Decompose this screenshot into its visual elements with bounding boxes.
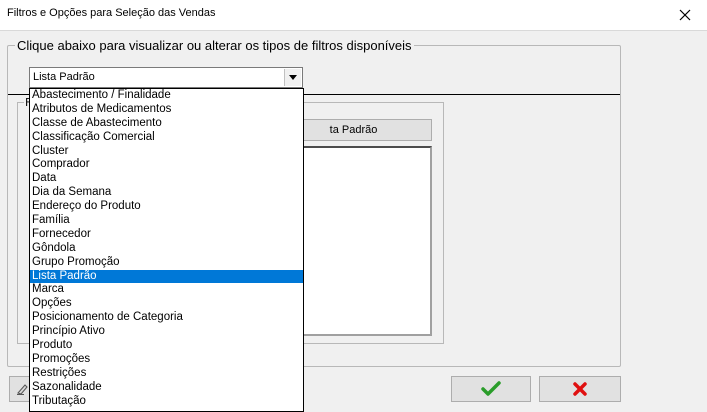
cancel-button[interactable] xyxy=(539,376,621,402)
dropdown-option[interactable]: Produto xyxy=(30,339,303,353)
close-button[interactable] xyxy=(663,0,707,30)
title-bar: Filtros e Opções para Seleção das Vendas xyxy=(0,0,707,31)
dropdown-option[interactable]: Princípio Ativo xyxy=(30,325,303,339)
dropdown-option[interactable]: Tributação xyxy=(30,395,303,409)
dropdown-option[interactable]: Comprador xyxy=(30,158,303,172)
dropdown-option[interactable]: Data xyxy=(30,172,303,186)
eraser-icon xyxy=(16,384,28,395)
dropdown-option[interactable]: Posicionamento de Categoria xyxy=(30,311,303,325)
dropdown-option[interactable]: Opções xyxy=(30,297,303,311)
chevron-down-icon xyxy=(289,75,297,80)
filter-type-selected-value: Lista Padrão xyxy=(33,71,95,83)
dropdown-option[interactable]: Lista Padrão xyxy=(30,269,303,284)
dropdown-option[interactable]: Dia da Semana xyxy=(30,186,303,200)
dropdown-option[interactable]: Gôndola xyxy=(30,242,303,256)
ok-button[interactable] xyxy=(451,376,531,402)
dropdown-option[interactable]: Sazonalidade xyxy=(30,381,303,395)
dropdown-option[interactable]: Marca xyxy=(30,283,303,297)
filter-group-legend: Clique abaixo para visualizar ou alterar… xyxy=(15,38,414,53)
dropdown-option[interactable]: Atributos de Medicamentos xyxy=(30,103,303,117)
filter-type-dropdown-list[interactable]: Abastecimento / Finalidade Atributos de M… xyxy=(29,88,304,412)
dropdown-option[interactable]: Fornecedor xyxy=(30,228,303,242)
dropdown-option[interactable]: Abastecimento / Finalidade xyxy=(30,89,303,103)
dropdown-option[interactable]: Classe de Abastecimento xyxy=(30,117,303,131)
dropdown-option[interactable]: Promoções xyxy=(30,353,303,367)
dropdown-option[interactable]: Restrições xyxy=(30,367,303,381)
x-icon xyxy=(573,382,587,396)
checkmark-icon xyxy=(481,381,501,396)
filter-type-combobox[interactable]: Lista Padrão xyxy=(29,67,303,88)
dropdown-option[interactable]: Classificação Comercial xyxy=(30,131,303,145)
combobox-dropdown-button[interactable] xyxy=(284,69,301,86)
dropdown-option[interactable]: Cluster xyxy=(30,145,303,159)
dropdown-option[interactable]: Endereço do Produto xyxy=(30,200,303,214)
close-icon xyxy=(679,9,691,21)
window-title: Filtros e Opções para Seleção das Vendas xyxy=(7,7,216,19)
dropdown-option[interactable]: Grupo Promoção xyxy=(30,256,303,270)
dropdown-option[interactable]: Família xyxy=(30,214,303,228)
